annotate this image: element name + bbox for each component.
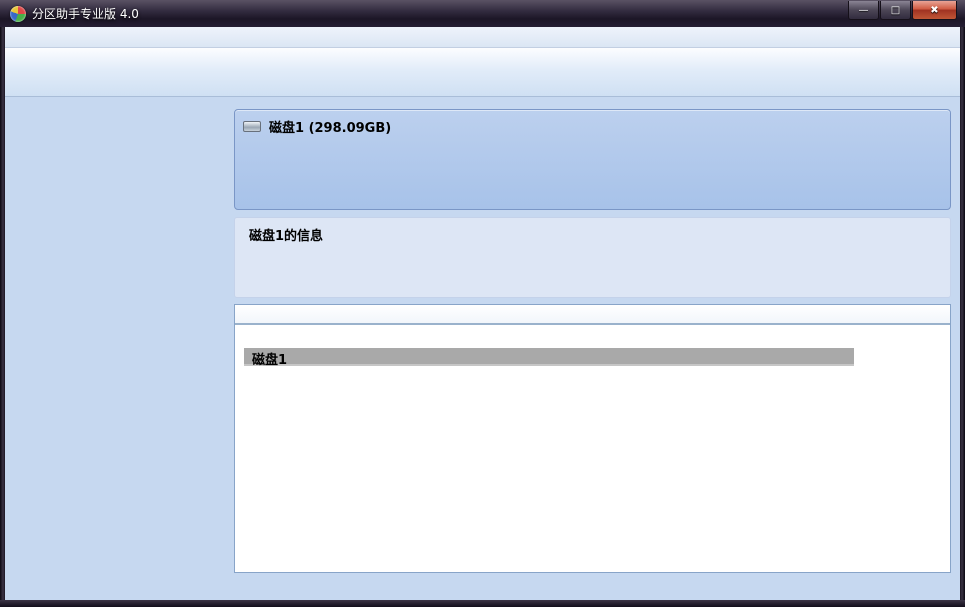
window-frame-left: [0, 0, 5, 607]
disk-info-panel: 磁盘1的信息: [234, 217, 951, 298]
menubar: [5, 27, 960, 48]
disk-info-title: 磁盘1的信息: [249, 225, 950, 244]
content-area: 磁盘1 (298.09GB) 磁盘1的信息 磁盘1: [5, 97, 960, 600]
maximize-button[interactable]: □: [880, 1, 911, 20]
disk-header[interactable]: 磁盘1 (298.09GB): [243, 114, 942, 138]
close-icon: ✖: [930, 5, 938, 16]
table-header-row: [235, 305, 950, 325]
disk-label: 磁盘1 (298.09GB): [269, 117, 391, 136]
close-button[interactable]: ✖: [912, 1, 957, 20]
app-window: 分区助手专业版 4.0 — □ ✖ 磁盘1 (298.09GB) 磁盘1的信息: [0, 0, 965, 607]
window-title: 分区助手专业版 4.0: [32, 5, 139, 22]
window-frame-right: [960, 0, 965, 607]
minimize-button[interactable]: —: [848, 1, 879, 20]
main-panel: 磁盘1 (298.09GB) 磁盘1的信息 磁盘1: [234, 109, 951, 596]
maximize-icon: □: [891, 5, 900, 16]
minimize-icon: —: [859, 5, 869, 16]
legend-bar: [234, 578, 951, 598]
titlebar: 分区助手专业版 4.0 — □ ✖: [0, 0, 965, 27]
disk-graphical-view: 磁盘1 (298.09GB): [234, 109, 951, 210]
toolbar: [5, 48, 960, 97]
window-frame-bottom: [0, 600, 965, 607]
window-controls: — □ ✖: [847, 1, 957, 20]
app-icon: [10, 6, 26, 22]
partition-table: 磁盘1: [234, 304, 951, 573]
disk-group-band[interactable]: 磁盘1: [244, 348, 854, 366]
sidebar: [11, 110, 227, 596]
disk-drive-icon: [243, 121, 261, 132]
